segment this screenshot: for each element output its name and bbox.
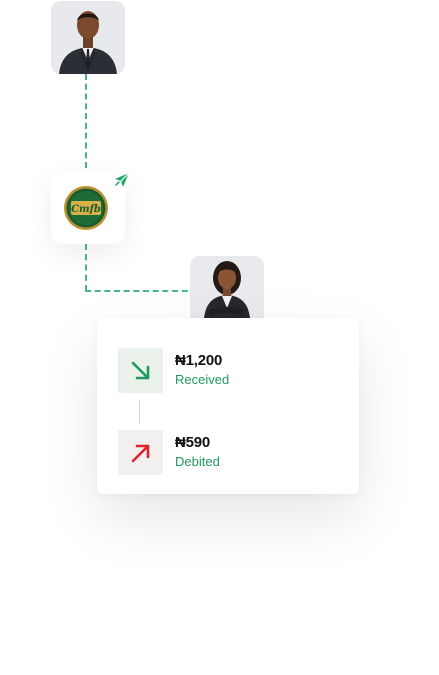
female-avatar-image <box>190 256 264 318</box>
receiver-avatar <box>190 256 264 318</box>
connector-line <box>85 244 87 291</box>
received-icon-box <box>118 348 163 393</box>
divider <box>139 400 140 424</box>
connector-line <box>85 74 87 168</box>
bank-logo: Cmfb <box>64 186 108 230</box>
transaction-amount: ₦1,200 <box>175 352 223 369</box>
transaction-label: Debited <box>175 454 220 469</box>
transaction-row-received: ₦1,200 Received <box>118 348 229 393</box>
bank-logo-text: Cmfb <box>71 204 101 215</box>
transaction-amount: ₦590 <box>175 434 211 451</box>
arrow-down-right-icon <box>131 361 149 379</box>
transaction-label: Received <box>175 372 230 387</box>
arrow-up-right-icon <box>131 444 149 462</box>
connector-line <box>85 290 207 292</box>
debited-icon-box <box>118 430 163 475</box>
transactions-card: ₦1,200 Received ₦590 Debited <box>97 318 359 494</box>
male-avatar-image <box>51 1 125 74</box>
transaction-row-debited: ₦590 Debited <box>118 430 220 475</box>
paper-plane-icon <box>112 170 132 190</box>
sender-avatar <box>51 1 125 74</box>
